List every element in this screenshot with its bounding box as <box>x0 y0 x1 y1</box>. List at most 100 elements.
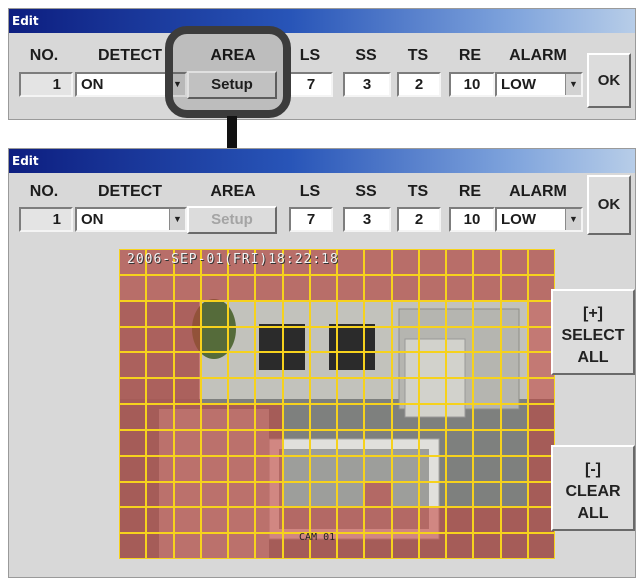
grid-cell[interactable] <box>228 533 256 559</box>
grid-cell[interactable] <box>282 429 310 456</box>
grid-cell[interactable] <box>309 455 337 482</box>
grid-cell[interactable] <box>173 533 201 559</box>
grid-cell[interactable] <box>473 300 501 327</box>
motion-area-camera-view[interactable]: 2006-SEP-01(FRI)18:22:18 CAM 01 <box>119 249 555 559</box>
grid-cell[interactable] <box>337 300 365 327</box>
grid-cell[interactable] <box>173 455 201 482</box>
grid-cell[interactable] <box>364 533 392 559</box>
grid-cell[interactable] <box>146 533 174 559</box>
grid-cell[interactable] <box>500 326 528 353</box>
grid-cell[interactable] <box>418 274 446 301</box>
grid-cell[interactable] <box>119 378 147 404</box>
grid-cell[interactable] <box>282 481 310 508</box>
grid-cell[interactable] <box>527 404 555 430</box>
grid-cell[interactable] <box>446 455 474 482</box>
grid-cell[interactable] <box>364 378 392 404</box>
grid-cell[interactable] <box>228 455 256 482</box>
grid-cell[interactable] <box>309 300 337 327</box>
ok-button[interactable]: OK <box>587 175 631 235</box>
grid-cell[interactable] <box>119 300 147 327</box>
alarm-select[interactable]: LOW ▼ <box>495 207 583 232</box>
grid-cell[interactable] <box>337 455 365 482</box>
grid-cell[interactable] <box>364 404 392 430</box>
grid-cell[interactable] <box>473 533 501 559</box>
grid-cell[interactable] <box>282 507 310 534</box>
grid-cell[interactable] <box>391 429 419 456</box>
grid-cell[interactable] <box>146 300 174 327</box>
grid-cell[interactable] <box>500 507 528 534</box>
grid-cell[interactable] <box>391 404 419 430</box>
grid-cell[interactable] <box>446 249 474 275</box>
grid-cell[interactable] <box>200 300 228 327</box>
grid-cell[interactable] <box>200 507 228 534</box>
grid-cell[interactable] <box>309 429 337 456</box>
grid-cell[interactable] <box>500 352 528 379</box>
grid-cell[interactable] <box>473 507 501 534</box>
grid-cell[interactable] <box>527 378 555 404</box>
select-all-button[interactable]: [+] SELECT ALL <box>551 289 635 375</box>
grid-cell[interactable] <box>473 455 501 482</box>
grid-cell[interactable] <box>446 352 474 379</box>
grid-cell[interactable] <box>391 249 419 275</box>
grid-cell[interactable] <box>119 481 147 508</box>
grid-cell[interactable] <box>418 300 446 327</box>
grid-cell[interactable] <box>527 249 555 275</box>
grid-cell[interactable] <box>119 352 147 379</box>
grid-cell[interactable] <box>200 274 228 301</box>
grid-cell[interactable] <box>446 404 474 430</box>
grid-cell[interactable] <box>527 533 555 559</box>
grid-cell[interactable] <box>228 326 256 353</box>
re-field[interactable]: 10 <box>449 72 495 97</box>
grid-cell[interactable] <box>446 378 474 404</box>
grid-cell[interactable] <box>500 300 528 327</box>
grid-cell[interactable] <box>200 326 228 353</box>
grid-cell[interactable] <box>146 429 174 456</box>
grid-cell[interactable] <box>337 249 365 275</box>
grid-cell[interactable] <box>119 404 147 430</box>
grid-cell[interactable] <box>228 300 256 327</box>
grid-cell[interactable] <box>337 274 365 301</box>
chevron-down-icon[interactable]: ▼ <box>565 74 581 95</box>
ts-field[interactable]: 2 <box>397 72 441 97</box>
grid-cell[interactable] <box>309 274 337 301</box>
ls-field[interactable]: 7 <box>289 72 333 97</box>
grid-cell[interactable] <box>446 326 474 353</box>
grid-cell[interactable] <box>255 326 283 353</box>
grid-cell[interactable] <box>364 481 392 508</box>
grid-cell[interactable] <box>173 404 201 430</box>
grid-cell[interactable] <box>418 249 446 275</box>
grid-cell[interactable] <box>309 481 337 508</box>
grid-cell[interactable] <box>146 481 174 508</box>
grid-cell[interactable] <box>146 507 174 534</box>
grid-cell[interactable] <box>119 429 147 456</box>
grid-cell[interactable] <box>391 378 419 404</box>
grid-cell[interactable] <box>173 507 201 534</box>
grid-cell[interactable] <box>255 352 283 379</box>
grid-cell[interactable] <box>228 429 256 456</box>
grid-cell[interactable] <box>364 326 392 353</box>
grid-cell[interactable] <box>282 300 310 327</box>
grid-cell[interactable] <box>500 378 528 404</box>
grid-cell[interactable] <box>146 274 174 301</box>
grid-cell[interactable] <box>364 507 392 534</box>
grid-cell[interactable] <box>309 507 337 534</box>
clear-all-button[interactable]: [-] CLEAR ALL <box>551 445 635 531</box>
grid-cell[interactable] <box>173 378 201 404</box>
grid-cell[interactable] <box>500 429 528 456</box>
re-field[interactable]: 10 <box>449 207 495 232</box>
grid-cell[interactable] <box>337 326 365 353</box>
grid-cell[interactable] <box>418 352 446 379</box>
grid-cell[interactable] <box>473 481 501 508</box>
grid-cell[interactable] <box>337 533 365 559</box>
grid-cell[interactable] <box>446 507 474 534</box>
grid-cell[interactable] <box>473 429 501 456</box>
grid-cell[interactable] <box>337 429 365 456</box>
grid-cell[interactable] <box>337 352 365 379</box>
grid-cell[interactable] <box>173 300 201 327</box>
grid-cell[interactable] <box>173 352 201 379</box>
grid-cell[interactable] <box>255 481 283 508</box>
grid-cell[interactable] <box>364 249 392 275</box>
grid-cell[interactable] <box>337 404 365 430</box>
grid-cell[interactable] <box>500 274 528 301</box>
grid-cell[interactable] <box>391 274 419 301</box>
